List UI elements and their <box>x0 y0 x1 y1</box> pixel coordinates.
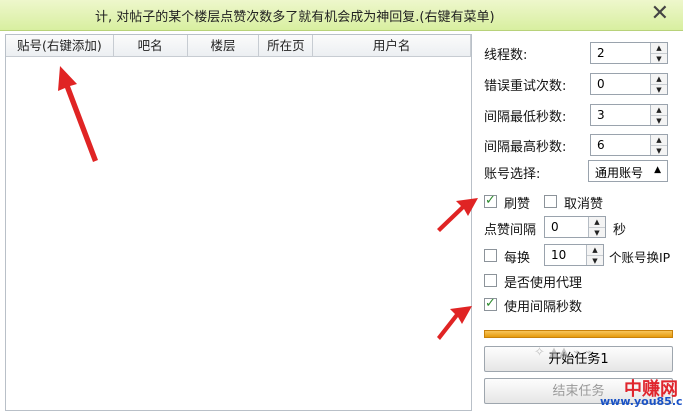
arrow-shape <box>437 306 472 340</box>
watermark-logo: ✧ ▲▲ ⌁ ⌁ <box>534 345 593 360</box>
arrow-shape <box>437 198 478 232</box>
watermark-url: www.you85.com <box>600 395 683 408</box>
arrow-shape <box>58 66 98 162</box>
